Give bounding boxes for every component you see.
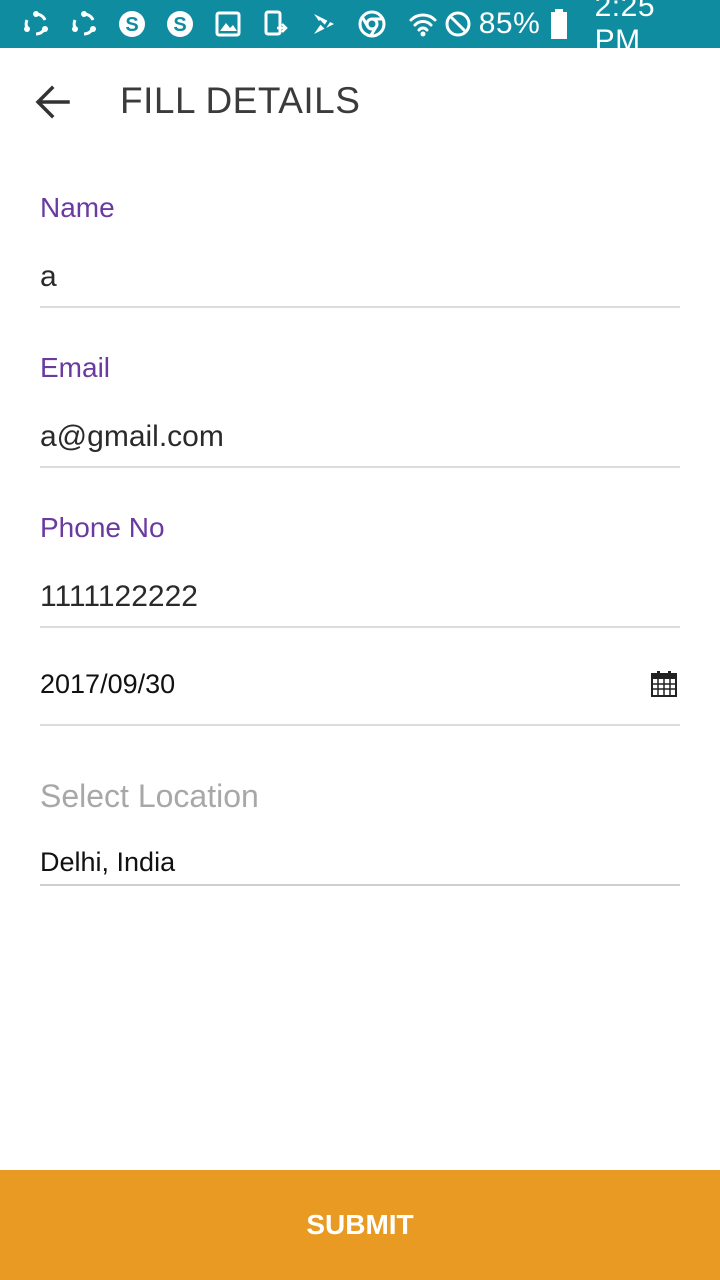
- app-icon: [308, 8, 340, 40]
- notification-icons: S S: [20, 8, 404, 40]
- skype-icon: S: [164, 8, 196, 40]
- sync-icon: [20, 8, 52, 40]
- page-title: FILL DETAILS: [120, 80, 361, 121]
- arrow-back-icon: [34, 85, 70, 124]
- wifi-icon: [408, 8, 438, 40]
- back-button[interactable]: [30, 82, 74, 126]
- battery-percent: 85%: [478, 7, 541, 40]
- svg-text:S: S: [125, 14, 138, 36]
- email-label: Email: [40, 352, 111, 383]
- do-not-disturb-icon: [442, 8, 472, 40]
- date-field[interactable]: 2017/09/30: [40, 644, 680, 726]
- location-label: Select Location: [40, 778, 259, 814]
- phone-label: Phone No: [40, 512, 165, 543]
- location-value: Delhi, India: [40, 846, 176, 877]
- phone-field[interactable]: 1111122222: [40, 568, 680, 628]
- svg-text:S: S: [173, 14, 186, 36]
- submit-button[interactable]: SUBMIT: [0, 1170, 720, 1280]
- app-header: FILL DETAILS: [0, 48, 720, 160]
- location-field[interactable]: Delhi, India: [40, 840, 680, 886]
- chrome-icon: [356, 8, 388, 40]
- skype-icon: S: [116, 8, 148, 40]
- gallery-icon: [212, 8, 244, 40]
- name-label: Name: [40, 192, 115, 223]
- date-value: 2017/09/30: [40, 668, 176, 699]
- name-field[interactable]: a: [40, 248, 680, 308]
- calendar-icon[interactable]: [648, 668, 680, 700]
- status-bar: S S 85% 2:25 PM: [0, 0, 720, 57]
- device-transfer-icon: [260, 8, 292, 40]
- battery-icon: [544, 8, 574, 40]
- sync-icon: [68, 8, 100, 40]
- email-field[interactable]: a@gmail.com: [40, 408, 680, 468]
